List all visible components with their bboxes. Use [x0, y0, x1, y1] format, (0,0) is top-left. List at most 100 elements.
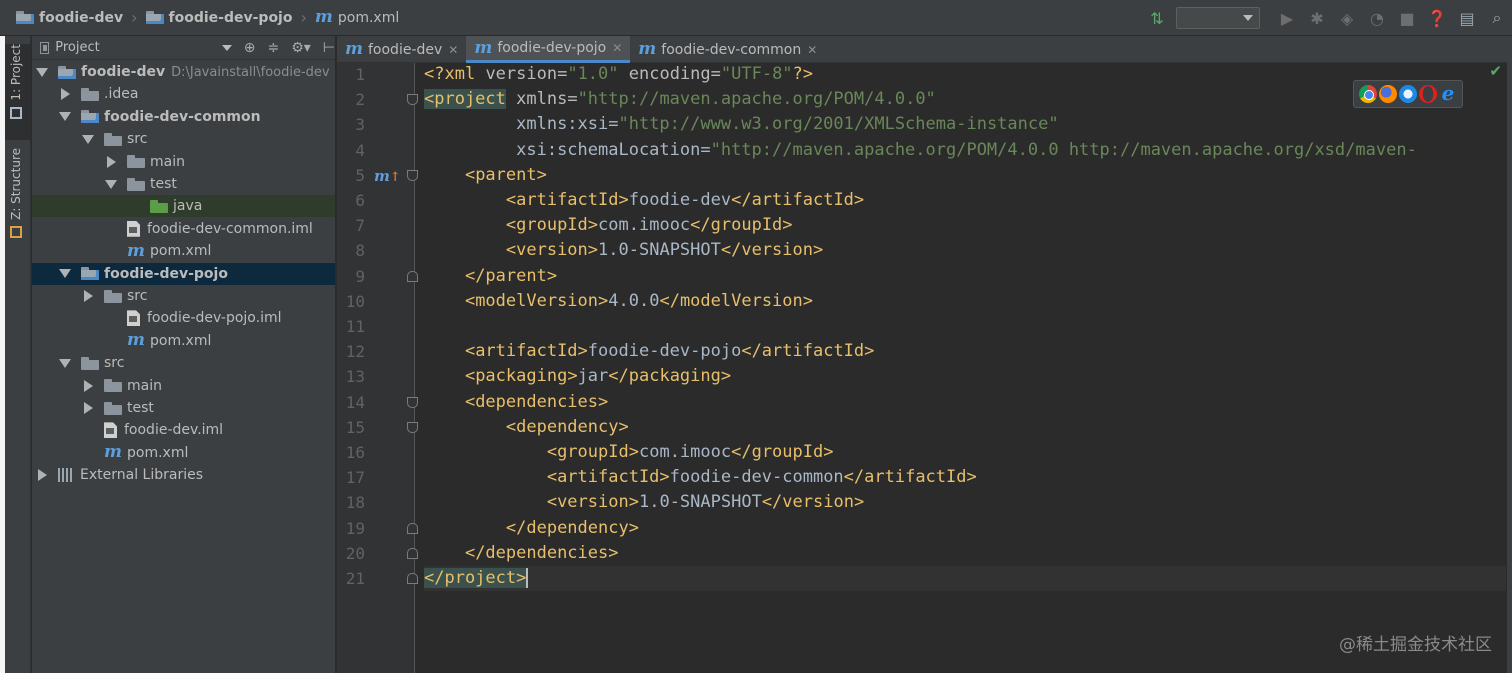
- collapse-arrow-icon[interactable]: [38, 469, 47, 482]
- editor-tab[interactable]: m foodie-dev-pojo ✕: [466, 36, 631, 63]
- inspection-ok-icon[interactable]: ✔: [1489, 62, 1502, 80]
- expand-arrow-icon[interactable]: [59, 358, 71, 368]
- gear-icon[interactable]: ⚙▾: [291, 40, 311, 56]
- tree-item[interactable]: foodie-dev-common.iml: [32, 218, 335, 240]
- tree-item[interactable]: foodie-dev-pojo.iml: [32, 307, 335, 329]
- line-number: 9: [355, 266, 365, 286]
- run-icon[interactable]: ▶: [1277, 8, 1297, 28]
- project-structure-icon[interactable]: ▤: [1457, 8, 1477, 28]
- tree-item-label: foodie-dev-pojo: [104, 265, 228, 282]
- line-number: 20: [345, 543, 365, 563]
- code-line: <project xmlns="http://maven.apache.org/…: [424, 89, 936, 110]
- tree-item[interactable]: src: [32, 285, 335, 307]
- chrome-icon[interactable]: [1359, 85, 1377, 103]
- code-line: <?xml version="1.0" encoding="UTF-8"?>: [424, 64, 814, 84]
- editor-tab[interactable]: m foodie-dev ✕: [337, 36, 466, 63]
- expand-arrow-icon[interactable]: [59, 269, 71, 279]
- help-icon[interactable]: ❓: [1427, 8, 1447, 28]
- tree-item[interactable]: .idea: [32, 83, 335, 105]
- tree-item[interactable]: main: [32, 151, 335, 173]
- close-icon[interactable]: ✕: [807, 43, 817, 57]
- expand-arrow-icon[interactable]: [59, 112, 71, 122]
- tree-item[interactable]: foodie-dev-pojo: [32, 262, 335, 285]
- vcs-update-icon[interactable]: ⇅: [1147, 8, 1167, 28]
- maven-icon: m: [104, 442, 122, 463]
- code-line: <artifactId>foodie-dev-common</artifactI…: [546, 467, 977, 488]
- expand-arrow-icon[interactable]: [36, 67, 48, 77]
- tree-item-label: main: [127, 377, 162, 394]
- stop-icon[interactable]: ■: [1397, 8, 1417, 28]
- code-line: </parent>: [464, 265, 558, 286]
- tree-item[interactable]: src: [32, 352, 335, 374]
- run-configuration-select[interactable]: [1176, 7, 1260, 29]
- line-number: 2: [355, 90, 365, 110]
- text-caret: [526, 568, 529, 588]
- opera-icon[interactable]: [1419, 85, 1437, 103]
- collapse-arrow-icon[interactable]: [84, 290, 93, 302]
- line-number: 7: [355, 216, 365, 236]
- editor-tab[interactable]: m foodie-dev-common ✕: [630, 36, 825, 63]
- tree-item[interactable]: test: [32, 397, 335, 419]
- folder-icon: [104, 379, 122, 393]
- profile-icon[interactable]: ◔: [1367, 8, 1387, 28]
- collapse-arrow-icon[interactable]: [84, 402, 93, 414]
- line-number: 8: [355, 241, 365, 261]
- line-number: 3: [355, 115, 365, 135]
- firefox-icon[interactable]: [1379, 85, 1397, 103]
- tree-item[interactable]: foodie-dev.iml: [32, 419, 335, 441]
- tree-item[interactable]: m pom.xml: [32, 240, 335, 262]
- expand-arrow-icon[interactable]: [105, 179, 117, 189]
- maven-parent-gutter-icon[interactable]: m↑: [374, 167, 401, 185]
- code-editor[interactable]: <?xml version="1.0" encoding="UTF-8"?> <p…: [416, 63, 1506, 673]
- code-line: </dependencies>: [464, 542, 619, 563]
- maven-icon: m: [345, 39, 363, 59]
- project-panel-title[interactable]: Project: [55, 40, 99, 55]
- tree-item[interactable]: src: [32, 128, 335, 150]
- tree-item[interactable]: m pom.xml: [32, 330, 335, 352]
- internet-explorer-icon[interactable]: e: [1439, 83, 1457, 105]
- tree-item-label: .idea: [104, 86, 139, 103]
- maven-icon: m: [474, 37, 493, 58]
- expand-arrow-icon[interactable]: [82, 134, 94, 144]
- tree-item-label: test: [127, 400, 154, 416]
- code-line: xmlns:xsi="http://www.w3.org/2001/XMLSch…: [516, 114, 1059, 135]
- breadcrumb-root[interactable]: foodie-dev: [16, 0, 123, 36]
- collapse-all-icon[interactable]: ≑: [267, 40, 279, 56]
- breadcrumb-separator: ›: [131, 8, 138, 27]
- collapse-arrow-icon[interactable]: [61, 88, 70, 101]
- tree-item[interactable]: test: [32, 173, 335, 195]
- close-icon[interactable]: ✕: [448, 43, 458, 57]
- tree-item[interactable]: foodie-dev-common: [32, 106, 335, 128]
- structure-tool-icon: [9, 225, 22, 238]
- tree-item[interactable]: m pom.xml: [32, 442, 335, 464]
- folder-icon: [104, 401, 122, 415]
- collapse-arrow-icon[interactable]: [84, 379, 93, 392]
- tree-item[interactable]: External Libraries: [32, 464, 335, 486]
- tree-item[interactable]: main: [32, 375, 335, 397]
- tree-item-label: pom.xml: [150, 332, 212, 349]
- collapse-arrow-icon[interactable]: [107, 155, 116, 168]
- search-everywhere-icon[interactable]: ⌕: [1487, 8, 1507, 28]
- library-icon: [58, 468, 74, 483]
- folder-icon: [81, 356, 99, 370]
- tree-item-label: main: [150, 153, 185, 170]
- safari-icon[interactable]: [1399, 85, 1417, 103]
- breadcrumb-module[interactable]: foodie-dev-pojo: [145, 0, 292, 36]
- tree-item-label: java: [173, 198, 203, 215]
- coverage-icon[interactable]: ◈: [1337, 8, 1357, 28]
- hide-panel-icon[interactable]: ⊢: [323, 40, 335, 56]
- code-line: <dependencies>: [464, 391, 609, 412]
- tree-item-label: test: [150, 176, 177, 192]
- debug-icon[interactable]: ✱: [1307, 8, 1327, 28]
- tree-item-label: External Libraries: [80, 467, 203, 484]
- chevron-down-icon[interactable]: [221, 44, 232, 51]
- breadcrumb-file[interactable]: m pom.xml: [315, 0, 399, 36]
- tree-item-label: src: [104, 355, 125, 372]
- test-folder-icon: [150, 199, 168, 213]
- module-folder-icon: [16, 11, 34, 24]
- close-icon[interactable]: ✕: [612, 41, 622, 55]
- tree-item-label: foodie-dev.iml: [124, 422, 224, 439]
- tree-item[interactable]: java: [32, 195, 335, 218]
- tree-item[interactable]: foodie-dev D:\Javainstall\foodie-dev: [32, 61, 335, 83]
- scroll-from-source-icon[interactable]: ⊕: [244, 40, 256, 56]
